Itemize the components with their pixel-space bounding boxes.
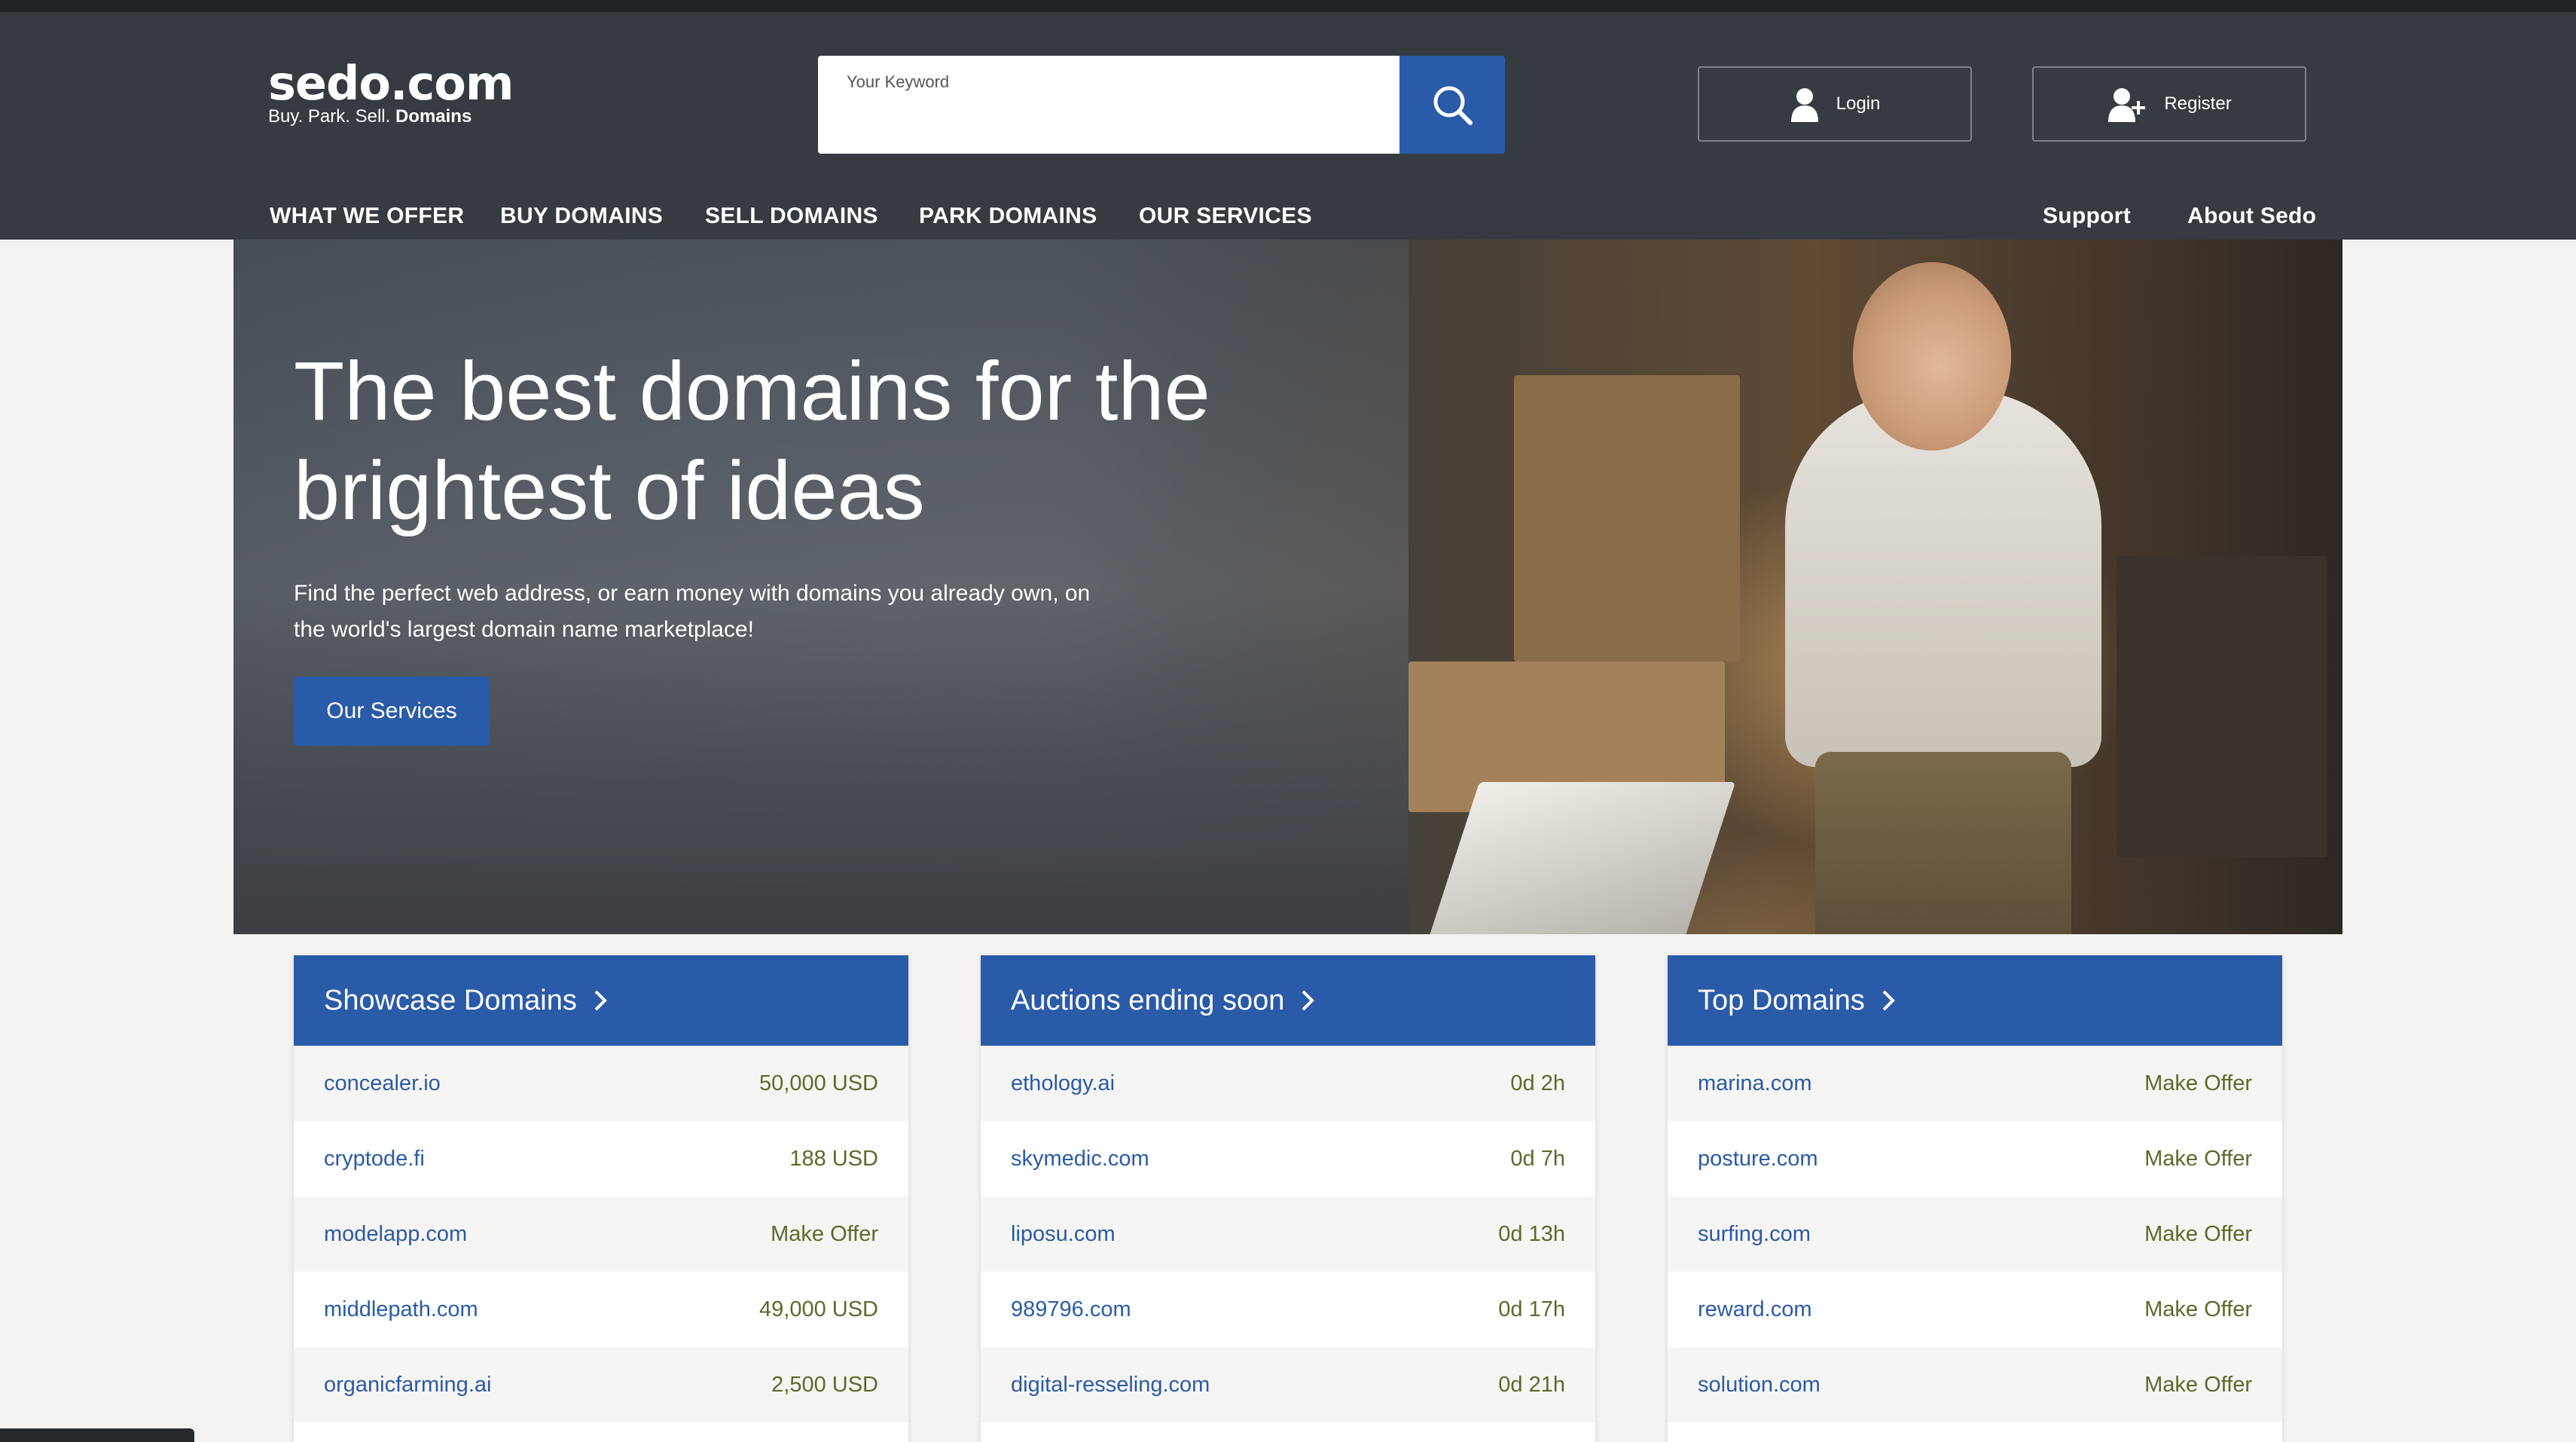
chevron-right-icon [1302, 990, 1315, 1011]
list-item[interactable]: digital-resseling.com 0d 21h [981, 1347, 1595, 1422]
list-item[interactable]: ethology.ai 0d 2h [981, 1046, 1595, 1121]
time-remaining: 0d 2h [1510, 1071, 1565, 1095]
domain-price: 49,000 USD [759, 1297, 878, 1321]
domain-name[interactable]: marina.com [1698, 1071, 1812, 1096]
list-item[interactable]: solution.com Make Offer [1668, 1347, 2282, 1422]
domain-price: Make Offer [2144, 1221, 2252, 1246]
showcase-domains-panel: Showcase Domains concealer.io 50,000 USD … [294, 955, 908, 1442]
domain-price: Make Offer [2144, 1071, 2252, 1095]
nav-park-domains[interactable]: PARK DOMAINS [919, 203, 1097, 229]
list-item[interactable]: middlepath.com 49,000 USD [294, 1272, 908, 1347]
hero-person-head [1853, 262, 2011, 451]
sedo-logo[interactable]: sedo.com Buy. Park. Sell. Domains [268, 56, 514, 127]
list-item[interactable]: liposu.com 0d 13h [981, 1196, 1595, 1272]
domain-price: 50,000 USD [759, 1071, 878, 1095]
list-item[interactable]: surfing.com Make Offer [1668, 1196, 2282, 1272]
domain-name[interactable]: cryptode.fi [324, 1147, 425, 1172]
list-item[interactable]: cryptode.fi 188 USD [294, 1121, 908, 1196]
panel-title: Auctions ending soon [1011, 984, 1285, 1016]
showcase-domains-header[interactable]: Showcase Domains [294, 955, 908, 1046]
nav-our-services[interactable]: OUR SERVICES [1139, 203, 1312, 229]
domain-name[interactable]: 989796.com [1011, 1297, 1131, 1322]
domain-price: Make Offer [771, 1221, 878, 1246]
list-item[interactable]: organicfarming.ai 2,500 USD [294, 1347, 908, 1422]
search-label: Your Keyword [847, 72, 950, 91]
time-remaining: 0d 17h [1498, 1297, 1565, 1321]
list-item[interactable]: reward.com Make Offer [1668, 1272, 2282, 1347]
list-item[interactable]: marina.com Make Offer [1668, 1046, 2282, 1121]
panel-title: Top Domains [1698, 984, 1865, 1016]
search-button[interactable] [1399, 56, 1505, 154]
nav-about-sedo[interactable]: About Sedo [2187, 203, 2316, 229]
panel-title: Showcase Domains [324, 984, 577, 1016]
hero-person-pants [1815, 752, 2071, 934]
auctions-ending-panel: Auctions ending soon ethology.ai 0d 2h sk… [981, 955, 1595, 1442]
domain-price: Make Offer [2144, 1297, 2252, 1321]
login-label: Login [1836, 93, 1881, 114]
logo-wordmark: sedo.com [268, 56, 514, 111]
hero-laptop [1427, 782, 1736, 934]
hero-title: The best domains for the brightest of id… [294, 345, 1210, 537]
auctions-ending-header[interactable]: Auctions ending soon [981, 955, 1595, 1046]
domain-name[interactable]: modelapp.com [324, 1222, 467, 1247]
search-input[interactable] [847, 96, 1371, 122]
user-icon [1790, 88, 1818, 122]
domain-price: Make Offer [2144, 1372, 2252, 1397]
domain-name[interactable]: digital-resseling.com [1011, 1373, 1210, 1398]
search-icon [1433, 86, 1473, 125]
domain-price: Make Offer [2144, 1146, 2252, 1171]
domain-name[interactable]: organicfarming.ai [324, 1373, 491, 1398]
time-remaining: 0d 21h [1498, 1372, 1565, 1397]
our-services-button[interactable]: Our Services [294, 677, 490, 746]
hero-box-stack [1514, 375, 1740, 661]
nav-sell-domains[interactable]: SELL DOMAINS [705, 203, 878, 229]
browser-top-strip [0, 0, 2576, 12]
list-item[interactable]: concealer.io 50,000 USD [294, 1046, 908, 1121]
register-label: Register [2164, 93, 2232, 114]
domain-name[interactable]: ethology.ai [1011, 1071, 1115, 1096]
site-header: sedo.com Buy. Park. Sell. Domains Your K… [0, 12, 2576, 240]
list-item[interactable]: modelapp.com Make Offer [294, 1196, 908, 1272]
search-field-box[interactable]: Your Keyword [818, 56, 1399, 154]
domain-price: 2,500 USD [771, 1372, 878, 1397]
domain-name[interactable]: skymedic.com [1011, 1147, 1149, 1172]
login-button[interactable]: Login [1698, 66, 1972, 142]
top-domains-header[interactable]: Top Domains [1668, 955, 2282, 1046]
nav-buy-domains[interactable]: BUY DOMAINS [500, 203, 663, 229]
list-item[interactable]: posture.com Make Offer [1668, 1121, 2282, 1196]
top-domains-panel: Top Domains marina.com Make Offer posture… [1668, 955, 2282, 1442]
hero-subtitle: Find the perfect web address, or earn mo… [294, 581, 1091, 642]
domain-name[interactable]: posture.com [1698, 1147, 1818, 1172]
nav-support[interactable]: Support [2043, 203, 2131, 229]
status-bar-tooltip [0, 1428, 194, 1442]
hero-shelf [2117, 556, 2327, 857]
user-plus-icon [2108, 88, 2146, 122]
chevron-right-icon [594, 990, 607, 1011]
nav-what-we-offer[interactable]: WHAT WE OFFER [270, 203, 464, 229]
domain-name[interactable]: solution.com [1698, 1373, 1821, 1398]
domain-name[interactable]: concealer.io [324, 1071, 441, 1096]
time-remaining: 0d 13h [1498, 1221, 1565, 1246]
hero-banner: The best domains for the brightest of id… [233, 240, 2343, 934]
domain-name[interactable]: surfing.com [1698, 1222, 1811, 1247]
logo-tagline-bold: Domains [395, 106, 472, 127]
domain-name[interactable]: liposu.com [1011, 1222, 1116, 1247]
time-remaining: 0d 7h [1510, 1146, 1565, 1171]
chevron-right-icon [1882, 990, 1895, 1011]
domain-search: Your Keyword [818, 56, 1505, 154]
list-item[interactable]: skymedic.com 0d 7h [981, 1121, 1595, 1196]
domain-name[interactable]: reward.com [1698, 1297, 1812, 1322]
domain-name[interactable]: middlepath.com [324, 1297, 478, 1322]
register-button[interactable]: Register [2032, 66, 2306, 142]
domain-price: 188 USD [789, 1146, 878, 1171]
list-item[interactable]: 989796.com 0d 17h [981, 1272, 1595, 1347]
logo-tagline-plain: Buy. Park. Sell. [268, 106, 391, 127]
